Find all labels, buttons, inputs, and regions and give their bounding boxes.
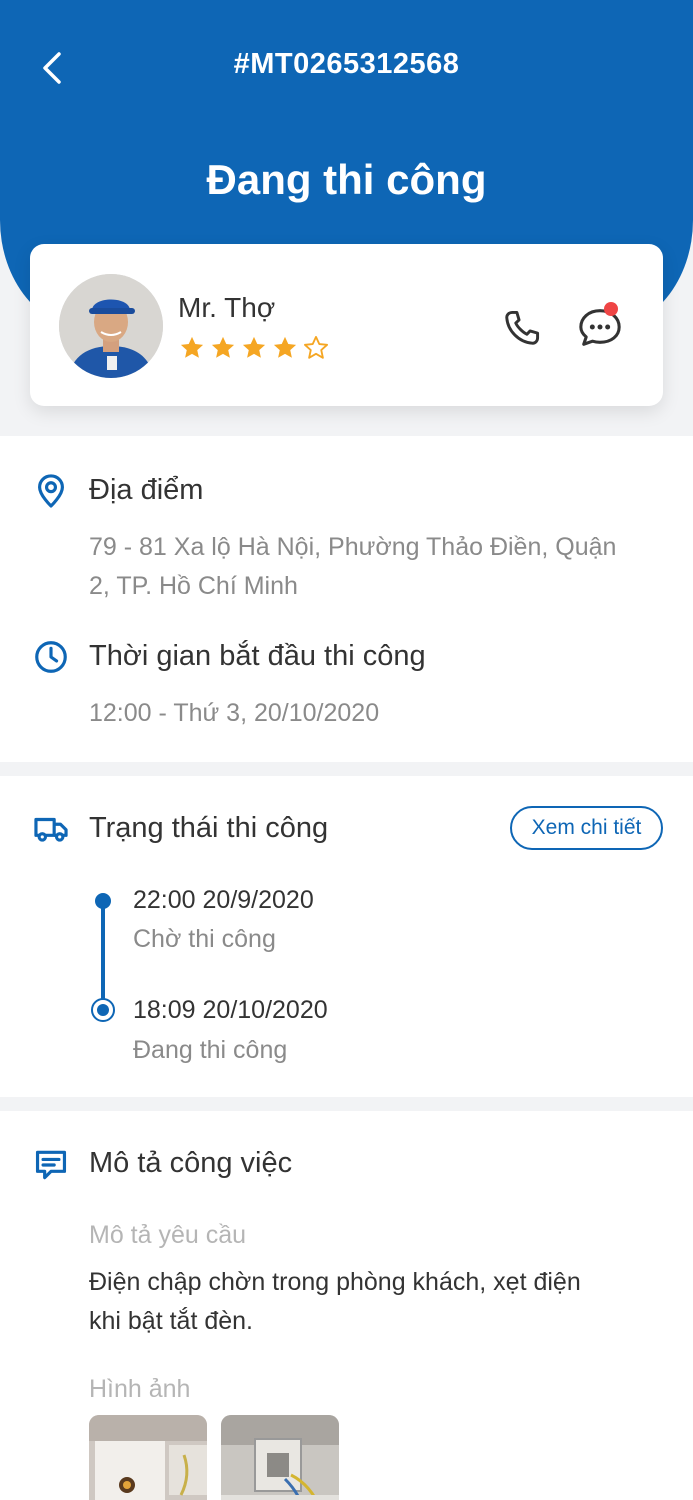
notification-badge: [604, 302, 618, 316]
images-label: Hình ảnh: [89, 1375, 191, 1403]
order-id: #MT0265312568: [233, 48, 460, 80]
star-empty-icon: [303, 335, 329, 359]
star-filled-icon: [180, 336, 204, 358]
request-line-1: Điện chập chờn trong phòng khách, xẹt đi…: [89, 1268, 581, 1296]
start-time-value: 12:00 - Thứ 3, 20/10/2020: [89, 699, 380, 727]
timeline-time: 22:00 20/9/2020: [133, 886, 314, 914]
request-description: Điện chập chờn trong phòng khách, xẹt đi…: [89, 1263, 659, 1341]
rating-stars: [178, 334, 330, 362]
call-button[interactable]: [500, 306, 544, 350]
job-image-thumbnail[interactable]: [221, 1415, 339, 1500]
job-description-heading: Mô tả công việc: [89, 1147, 293, 1179]
worker-name: Mr. Thợ: [178, 292, 276, 323]
timeline-dot-current: [91, 998, 115, 1022]
phone-icon: [505, 310, 540, 345]
construction-status-section: Trạng thái thi công Xem chi tiết 22:00 2…: [0, 776, 693, 1097]
job-description-section: Mô tả công việc Mô tả yêu cầu Điện chập …: [0, 1111, 693, 1500]
construction-status-heading: Trạng thái thi công: [89, 812, 329, 844]
clock-icon: [35, 641, 67, 673]
job-image-thumbnail[interactable]: [89, 1415, 207, 1500]
star-filled-icon: [211, 336, 235, 358]
address-text: 79 - 81 Xa lộ Hà Nội, Phường Thảo Điền, …: [89, 528, 669, 606]
message-icon: [35, 1150, 67, 1180]
truck-icon: [34, 817, 68, 842]
request-label: Mô tả yêu cầu: [89, 1221, 247, 1249]
address-line-1: 79 - 81 Xa lộ Hà Nội, Phường Thảo Điền, …: [89, 533, 617, 561]
star-filled-icon: [273, 336, 297, 358]
location-section: Địa điểm 79 - 81 Xa lộ Hà Nội, Phường Th…: [0, 436, 693, 762]
page-title: Đang thi công: [206, 156, 487, 203]
timeline-label: Đang thi công: [133, 1036, 288, 1064]
location-heading: Địa điểm: [89, 474, 204, 506]
timeline-line: [101, 901, 105, 1000]
start-time-heading: Thời gian bắt đầu thi công: [89, 640, 426, 672]
avatar: [59, 274, 163, 378]
worker-card: Mr. Thợ: [30, 244, 663, 406]
location-pin-icon: [38, 474, 64, 508]
star-filled-icon: [242, 336, 266, 358]
timeline-label: Chờ thi công: [133, 925, 276, 953]
view-details-button[interactable]: Xem chi tiết: [510, 806, 663, 850]
address-line-2: 2, TP. Hồ Chí Minh: [89, 572, 298, 600]
timeline-time: 18:09 20/10/2020: [133, 996, 328, 1024]
request-line-2: khi bật tắt đèn.: [89, 1307, 254, 1335]
